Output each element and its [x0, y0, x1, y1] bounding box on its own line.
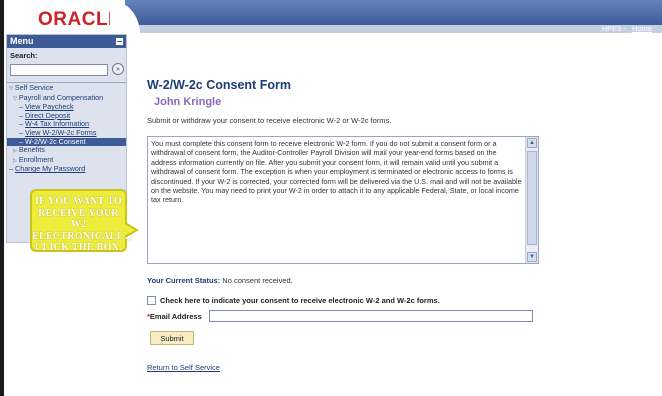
consent-row: Check here to indicate your consent to r…: [147, 296, 440, 305]
consent-info-text: You must complete this consent form to r…: [151, 139, 522, 205]
status-value: No consent received.: [222, 276, 293, 285]
intro-text: Submit or withdraw your consent to recei…: [147, 116, 392, 125]
status-label: Your Current Status:: [147, 276, 221, 285]
search-row: »: [7, 62, 126, 79]
bullet-dash: –: [19, 127, 23, 137]
menu-item-label: Benefits: [18, 145, 45, 155]
consent-label: Check here to indicate your consent to r…: [160, 296, 440, 305]
collapse-menu-icon[interactable]: [116, 38, 123, 45]
menu-item-label: Enrollment: [18, 154, 54, 164]
menu-header: Menu: [7, 35, 126, 48]
collapsed-triangle-icon: ▷: [13, 148, 17, 155]
menu-link-change-password[interactable]: Change My Password: [15, 164, 85, 174]
search-go-icon[interactable]: »: [112, 63, 124, 75]
expanded-triangle-icon: ▽: [9, 86, 13, 92]
submit-button[interactable]: Submit: [150, 331, 194, 345]
current-status: Your Current Status: No consent received…: [147, 276, 293, 285]
menu-search-input[interactable]: [10, 64, 108, 76]
instruction-callout: If you want to receive your W2 electroni…: [30, 189, 132, 253]
menu-title: Menu: [10, 36, 34, 46]
header-bar-shade: [125, 25, 662, 33]
email-field[interactable]: [208, 310, 533, 322]
email-row: * Email Address: [147, 310, 533, 322]
callout-pointer-fill: [124, 224, 135, 236]
menu-item-label: Payroll and Compensation: [18, 92, 104, 102]
search-label: Search:: [10, 51, 38, 60]
home-link[interactable]: Home: [632, 24, 652, 33]
return-to-self-service-link[interactable]: Return to Self Service: [147, 363, 220, 372]
scroll-up-icon[interactable]: ▲: [527, 138, 537, 148]
email-label: Email Address: [149, 311, 202, 321]
consent-checkbox[interactable]: [147, 296, 156, 305]
menu-item-label: Self Service: [14, 83, 54, 92]
scroll-down-icon[interactable]: ▼: [527, 252, 537, 262]
collapsed-triangle-icon: ▷: [13, 157, 17, 164]
consent-info-box: You must complete this consent form to r…: [147, 136, 539, 264]
bullet-dash: –: [19, 102, 23, 112]
oracle-logo-text: ORACLE: [38, 9, 122, 30]
header-bar: [125, 0, 662, 25]
header-links: HPE9 - Home: [601, 24, 652, 33]
page-title: W-2/W-2c Consent Form: [147, 78, 291, 92]
bullet-dash: –: [9, 164, 13, 174]
scroll-thumb[interactable]: [527, 151, 537, 245]
info-scrollbar[interactable]: ▲ ▼: [525, 137, 538, 263]
environment-label: HPE9: [601, 24, 622, 33]
menu-item-change-password[interactable]: – Change My Password: [7, 165, 126, 174]
expanded-triangle-icon: ▽: [13, 95, 17, 102]
employee-name: John Kringle: [154, 96, 222, 108]
window-edge: [0, 0, 4, 396]
